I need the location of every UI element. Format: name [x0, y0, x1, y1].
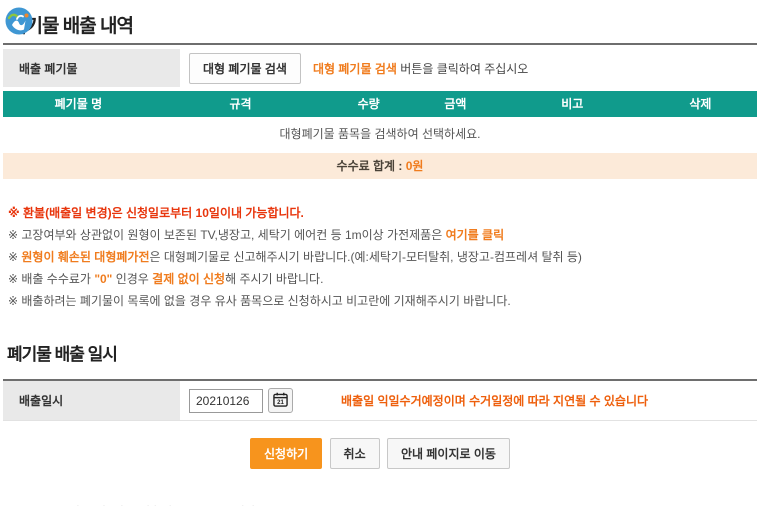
note-zero-fee-c: 해 주시기 바랍니다.: [225, 272, 323, 286]
discharge-waste-label: 배출 폐기물: [3, 49, 180, 87]
note-zero-value: "0": [94, 272, 112, 286]
empty-row: 대형폐기물 품목을 검색하여 선택하세요.: [3, 117, 757, 153]
search-hint: 대형 폐기물 검색 버튼을 클릭하여 주십시오: [313, 60, 528, 77]
note-no-payment-highlight: 결제 없이 신청: [152, 272, 225, 286]
calendar-button[interactable]: 21: [268, 388, 293, 413]
col-spec: 규격: [154, 91, 327, 117]
calendar-icon: 21: [273, 392, 288, 410]
fee-total-label: 수수료 합계 :: [337, 159, 406, 173]
waste-items-table: 폐기물 명 규격 수량 금액 비고 삭제 대형폐기물 품목을 검색하여 선택하세…: [3, 91, 757, 153]
note-damaged-highlight: 원형이 훼손된 대형폐가전: [21, 250, 149, 264]
discharge-datetime-title: 폐기물 배출 일시: [7, 340, 757, 365]
footer-note-outside: ※ 폐기물을 건물(집) 밖에 배출해 주시기 바랍니다.: [8, 501, 757, 506]
section-divider: [3, 43, 757, 45]
search-hint-highlight: 대형 폐기물 검색: [313, 62, 397, 76]
guide-page-button[interactable]: 안내 페이지로 이동: [387, 438, 510, 469]
submit-button[interactable]: 신청하기: [250, 438, 322, 469]
table-header-row: 폐기물 명 규격 수량 금액 비고 삭제: [3, 91, 757, 117]
note-zero-fee-a: ※ 배출 수수료가: [8, 272, 94, 286]
notes-list: ※ 환불(배출일 변경)은 신청일로부터 10일이내 가능합니다. ※ 고장여부…: [3, 202, 757, 312]
discharge-date-label: 배출일시: [3, 381, 180, 420]
discharge-date-controls: 21 배출일 익일수거예정이며 수거일정에 따라 지연될 수 있습니다: [180, 381, 757, 420]
page-header: 폐기물 배출 내역: [3, 0, 757, 40]
note-similar-item: ※ 배출하려는 폐기물이 목록에 없을 경우 유사 품목으로 신청하시고 비고란…: [8, 290, 757, 312]
fee-total-bar: 수수료 합계 : 0원: [3, 153, 757, 179]
note-zero-fee-b: 인경우: [112, 272, 152, 286]
cancel-button[interactable]: 취소: [330, 438, 380, 469]
click-here-link[interactable]: 여기를 클릭: [446, 228, 505, 242]
note-appliances-text: ※ 고장여부와 상관없이 원형이 보존된 TV,냉장고, 세탁기 에어컨 등 1…: [8, 228, 446, 242]
note-damaged: ※ 원형이 훼손된 대형폐가전은 대형폐기물로 신고해주시기 바랍니다.(예:세…: [8, 246, 757, 268]
large-waste-search-button[interactable]: 대형 폐기물 검색: [189, 53, 301, 84]
svg-text:21: 21: [277, 399, 284, 406]
note-zero-fee: ※ 배출 수수료가 "0" 인경우 결제 없이 신청해 주시기 바랍니다.: [8, 268, 757, 290]
note-damaged-rest: 은 대형폐기물로 신고해주시기 바랍니다.(예:세탁기-모터탈취, 냉장고-컴프…: [150, 250, 582, 264]
discharge-date-row: 배출일시 21 배출일 익일수거예정이며 수거일정에 따라 지연될 수 있습니다: [3, 381, 757, 421]
empty-message: 대형폐기물 품목을 검색하여 선택하세요.: [3, 117, 757, 153]
footer-notes: ※ 폐기물을 건물(집) 밖에 배출해 주시기 바랍니다. ※ 수거시간은 평일…: [3, 501, 757, 506]
action-buttons: 신청하기 취소 안내 페이지로 이동: [3, 438, 757, 469]
fee-total-value: 0원: [406, 159, 424, 173]
discharge-waste-controls: 대형 폐기물 검색 대형 폐기물 검색 버튼을 클릭하여 주십시오: [180, 49, 757, 87]
note-damaged-prefix: ※: [8, 250, 21, 264]
col-waste-name: 폐기물 명: [3, 91, 154, 117]
date-notice: 배출일 익일수거예정이며 수거일정에 따라 지연될 수 있습니다: [341, 392, 648, 409]
search-hint-rest: 버튼을 클릭하여 주십시오: [397, 62, 528, 76]
col-remark: 비고: [501, 91, 644, 117]
waste-disposal-page: 폐기물 배출 내역 배출 폐기물 대형 폐기물 검색 대형 폐기물 검색 버튼을…: [0, 0, 760, 506]
col-quantity: 수량: [327, 91, 410, 117]
note-refund: ※ 환불(배출일 변경)은 신청일로부터 10일이내 가능합니다.: [8, 202, 757, 224]
seoul-logo-icon: [5, 7, 33, 38]
note-appliances: ※ 고장여부와 상관없이 원형이 보존된 TV,냉장고, 세탁기 에어컨 등 1…: [8, 224, 757, 246]
col-delete: 삭제: [644, 91, 757, 117]
col-amount: 금액: [410, 91, 500, 117]
discharge-waste-row: 배출 폐기물 대형 폐기물 검색 대형 폐기물 검색 버튼을 클릭하여 주십시오: [3, 49, 757, 87]
discharge-date-input[interactable]: [189, 389, 263, 413]
